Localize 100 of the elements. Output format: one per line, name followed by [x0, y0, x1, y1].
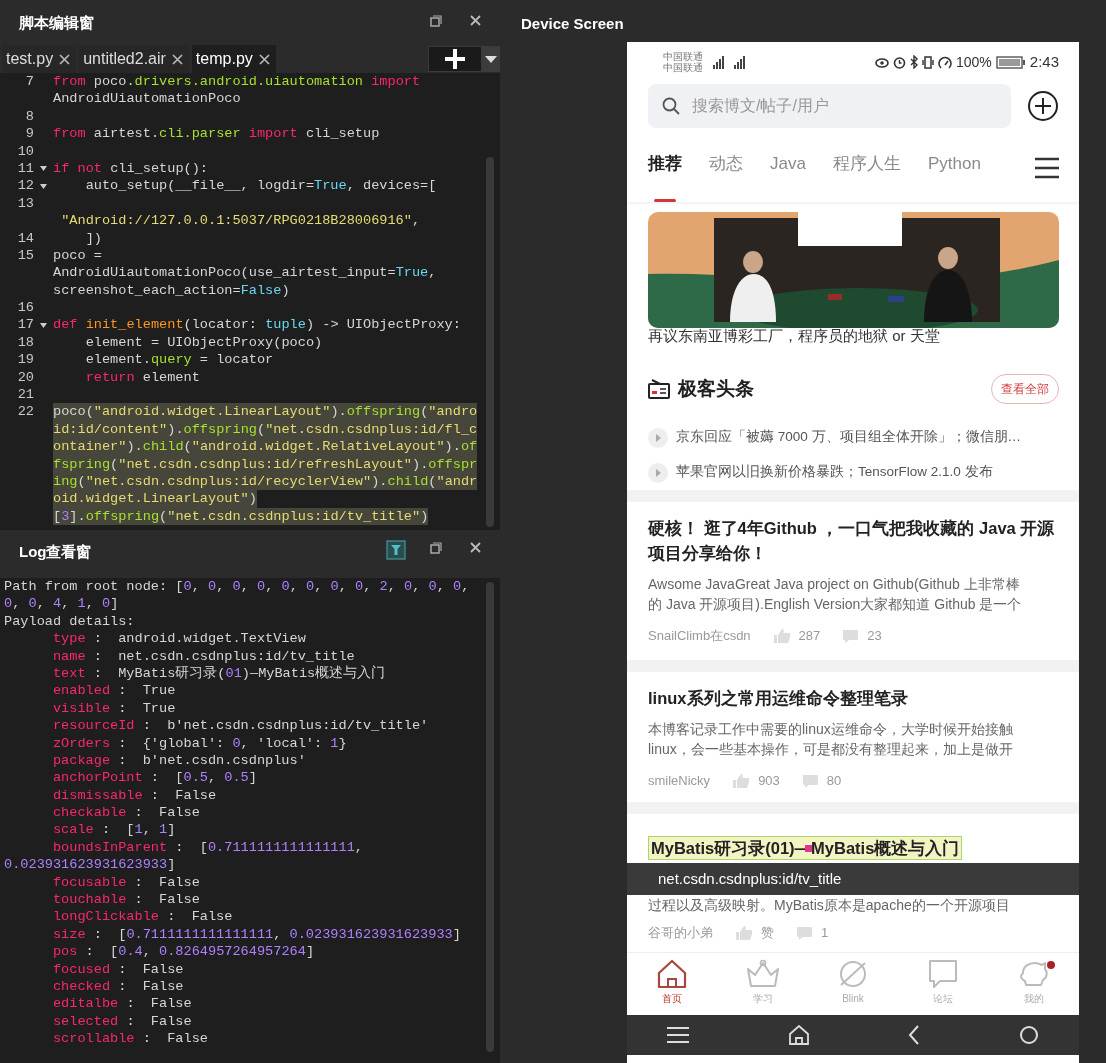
close-icon[interactable]: [258, 53, 270, 65]
code-line: auto_setup(__file__, logdir=True, devices=[: [84, 177, 437, 195]
restore-icon: [430, 14, 442, 27]
article-summary: 过程以及高级映射。MyBatis原本是apache的一个开源项目: [648, 896, 1011, 915]
log-line: name : net.csdn.csdnplus:id/tv_title: [51, 647, 356, 665]
line-number: 16: [16, 299, 34, 317]
add-icon[interactable]: [1027, 90, 1059, 122]
clock-time: 2:43: [1029, 51, 1059, 72]
close-icon[interactable]: [59, 53, 71, 65]
log-line: scrollable : False: [51, 1030, 209, 1048]
fold-icon[interactable]: [40, 166, 47, 172]
comment-count: 23: [867, 627, 882, 646]
log-line: longClickable : False: [51, 908, 234, 926]
category-tab[interactable]: 程序人生: [832, 144, 901, 202]
panel-title: Log查看窗: [19, 542, 92, 562]
crown-icon: [744, 959, 781, 989]
radio-icon: [648, 379, 670, 399]
line-number: 17: [16, 316, 34, 334]
thumbs-up-icon[interactable]: [732, 773, 751, 789]
close-icon: [470, 14, 481, 26]
like-count: 赞: [761, 924, 774, 943]
code-line: poco =: [53, 246, 102, 265]
battery-icon: [995, 55, 1026, 69]
code-line: AndroidUiautomationPoco: [53, 90, 241, 108]
battery-level: 100%: [956, 52, 992, 72]
play-icon: [648, 462, 668, 483]
author-name: SnailClimb在csdn: [648, 627, 751, 646]
fold-icon[interactable]: [40, 322, 47, 328]
scrollbar-thumb[interactable]: [486, 582, 494, 1052]
view-all-button[interactable]: 查看全部: [991, 374, 1059, 404]
back-icon[interactable]: [908, 1025, 921, 1045]
filter-button[interactable]: [386, 540, 406, 560]
log-line: dismissable : False: [51, 786, 218, 805]
log-line: visible : True: [51, 699, 177, 718]
line-number: 9: [24, 125, 34, 143]
headline-link[interactable]: 苹果官网以旧换新价格暴跌；TensorFlow 2.1.0 发布: [676, 462, 993, 483]
panel-title: Device Screen: [521, 15, 625, 33]
close-icon: [470, 542, 481, 553]
log-line: focusable : False: [51, 873, 201, 892]
caret-icon: [485, 55, 497, 63]
line-number: 20: [16, 368, 34, 387]
dropdown-button[interactable]: [482, 46, 500, 72]
headline-link[interactable]: 京东回应「被薅 7000 万、项目组全体开除」；微信朋…: [676, 427, 1022, 448]
inspector-tooltip: net.csdn.csdnplus:id/tv_title: [627, 863, 1079, 895]
vibrate-icon: [922, 55, 934, 69]
line-number: 19: [16, 351, 34, 369]
code-line: "Android://127.0.0.1:5037/RPG0218B28006916",: [60, 212, 421, 230]
article-title[interactable]: MyBatis研习录(01)—MyBatis概述与入门: [648, 836, 963, 860]
line-number: 13: [16, 194, 34, 213]
carrier-label: 中国联通: [663, 51, 703, 62]
author-name: smileNicky: [648, 772, 711, 791]
code-line: element.query = locator: [84, 351, 274, 369]
category-tab[interactable]: 推荐: [648, 144, 682, 202]
thumbs-up-icon[interactable]: [772, 628, 791, 644]
line-number: 11: [16, 159, 34, 178]
log-line: focused : False: [51, 960, 185, 978]
circle-icon[interactable]: [1018, 1025, 1039, 1045]
category-tab[interactable]: 动态: [709, 144, 743, 202]
log-line: zOrders : {'global': 0, 'local': 1}: [51, 734, 348, 752]
anchor-marker: [805, 845, 813, 852]
thumbs-up-icon[interactable]: [735, 925, 753, 941]
log-line: type : android.widget.TextView: [51, 630, 307, 648]
log-line: 0, 0, 4, 1, 0]: [4, 595, 120, 613]
home-icon: [656, 959, 689, 989]
line-number: 8: [24, 107, 34, 126]
carrier-label: 中国联通: [663, 62, 703, 73]
code-line: screenshot_each_action=False): [53, 281, 290, 300]
scrollbar-thumb[interactable]: [486, 157, 494, 527]
fold-icon[interactable]: [40, 183, 47, 189]
log-line: checkable : False: [51, 804, 201, 822]
play-icon: [648, 427, 668, 448]
home-icon[interactable]: [787, 1025, 810, 1045]
log-line: selected : False: [51, 1012, 193, 1031]
line-number: 21: [16, 386, 34, 404]
code-line: AndroidUiautomationPoco(use_airtest_input=True,: [53, 264, 437, 282]
article-summary: 本博客记录工作中需要的linux运维命令，大学时候开始接触: [648, 720, 1014, 739]
line-number: 7: [24, 73, 34, 91]
file-tab[interactable]: untitled2.air: [79, 45, 189, 73]
article-title[interactable]: 硬核！ 逛了4年Github ，一口气把我收藏的 Java 开源项目分享给你！: [648, 516, 1059, 566]
filter-icon: [386, 540, 406, 560]
add-button[interactable]: [428, 46, 482, 72]
log-line: pos : [0.4, 0.8264957264957264]: [51, 943, 316, 961]
log-line: boundsInParent : [0.7111111111111111,: [51, 838, 364, 857]
close-icon[interactable]: [171, 53, 183, 65]
code-line: def init_element(locator: tuple) -> UIObjectProxy:: [53, 316, 461, 334]
article-summary: 的 Java 开源项目).English Version大家都知道 Github 是一个: [648, 595, 1023, 614]
log-line: enabled : True: [51, 682, 177, 700]
menu-icon[interactable]: [1035, 157, 1059, 179]
category-tab[interactable]: Java: [770, 144, 806, 202]
comment-count: 80: [826, 772, 842, 791]
file-tab[interactable]: temp.py: [191, 45, 276, 73]
category-tab[interactable]: Python: [927, 144, 981, 202]
nav-tab[interactable]: 首页: [627, 953, 718, 1015]
like-count: 287: [798, 627, 821, 646]
file-tab[interactable]: test.py: [2, 45, 77, 73]
author-name: 谷哥的小弟: [648, 924, 713, 943]
panel-title: 脚本编辑窗: [19, 12, 94, 33]
gauge-icon: [938, 55, 952, 69]
article-title[interactable]: linux系列之常用运维命令整理笔录: [648, 686, 1059, 711]
plus-icon: [444, 48, 466, 70]
